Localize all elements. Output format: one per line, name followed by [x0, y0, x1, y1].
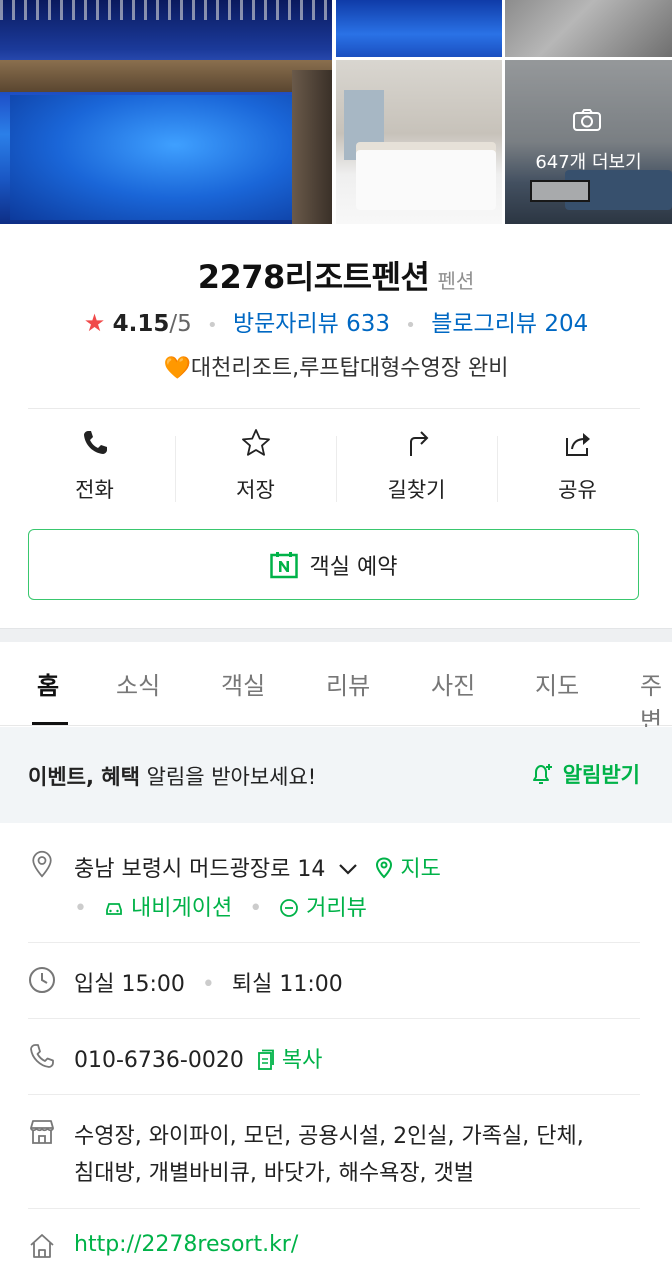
- save-label: 저장: [236, 478, 275, 502]
- rating-star-icon: ★: [83, 309, 106, 337]
- photo-gallery[interactable]: 647개 더보기: [0, 0, 672, 224]
- notice-bold: 이벤트, 혜택: [28, 765, 140, 789]
- save-button[interactable]: 저장: [175, 428, 336, 504]
- separator-dot: •: [201, 972, 215, 997]
- place-title: 2278리조트펜션: [197, 258, 430, 296]
- navigation-label: 내비게이션: [130, 896, 233, 921]
- star-outline-icon: [241, 429, 270, 456]
- separator-dot: •: [405, 315, 416, 336]
- map-link[interactable]: 지도: [375, 857, 441, 882]
- checkout-text: 퇴실 11:00: [231, 972, 343, 997]
- checkin-text: 입실 15:00: [74, 972, 185, 997]
- tab-map[interactable]: 지도: [535, 666, 579, 701]
- tagline-text: 대천리조트,루프탑대형수영장 완비: [190, 356, 509, 381]
- active-tab-indicator: [32, 722, 68, 725]
- rating-row: ★ 4.15/5 • 방문자리뷰 633 • 블로그리뷰 204: [0, 304, 672, 338]
- store-icon: [30, 1120, 54, 1144]
- phone-number[interactable]: 010-6736-0020: [74, 1048, 244, 1073]
- website-link[interactable]: http://2278resort.kr/: [74, 1232, 298, 1257]
- chevron-down-icon[interactable]: [338, 857, 358, 882]
- phone-outline-icon: [30, 1044, 54, 1068]
- more-photos-overlay[interactable]: [505, 60, 672, 224]
- subscribe-alert-button[interactable]: 알림받기: [529, 759, 640, 789]
- separator-dot: •: [74, 896, 87, 921]
- share-button[interactable]: 공유: [497, 428, 658, 504]
- bell-plus-icon: [532, 764, 552, 784]
- divider: [28, 408, 640, 409]
- tab-news[interactable]: 소식: [116, 666, 160, 701]
- tab-home[interactable]: 홈: [37, 666, 59, 701]
- tab-reviews[interactable]: 리뷰: [326, 666, 370, 701]
- street-view-link[interactable]: 거리뷰: [279, 896, 367, 921]
- subscribe-alert-label: 알림받기: [562, 763, 640, 787]
- map-link-label: 지도: [400, 857, 441, 882]
- more-photos-label[interactable]: 647개 더보기: [505, 148, 672, 174]
- copy-icon: [257, 1049, 274, 1070]
- place-category: 펜션: [437, 269, 475, 293]
- directions-label: 길찾기: [387, 478, 446, 502]
- action-bar: 전화 저장 길찾기 공유: [14, 428, 658, 504]
- directions-icon: [409, 431, 428, 456]
- blog-reviews-link[interactable]: 블로그리뷰 204: [431, 311, 588, 337]
- address-links-row: • 내비게이션 • 거리뷰: [74, 890, 367, 922]
- checkin-row: 입실 15:00 • 퇴실 11:00: [74, 966, 343, 998]
- tab-rooms[interactable]: 객실: [221, 666, 265, 701]
- map-pin-icon: [376, 857, 393, 879]
- visitor-reviews-link[interactable]: 방문자리뷰 633: [233, 311, 390, 337]
- directions-button[interactable]: 길찾기: [336, 428, 497, 504]
- camera-icon: [573, 109, 601, 131]
- share-label: 공유: [558, 478, 597, 502]
- tab-nearby[interactable]: 주변: [640, 666, 672, 736]
- place-header: 2278리조트펜션 펜션: [0, 252, 672, 298]
- photo-thumb-floor[interactable]: [505, 0, 672, 57]
- address-text[interactable]: 충남 보령시 머드광장로 14: [74, 857, 325, 882]
- rating-score: 4.15: [112, 311, 170, 337]
- separator-dot: •: [249, 896, 263, 921]
- copy-label: 복사: [281, 1048, 323, 1073]
- call-label: 전화: [75, 478, 114, 502]
- divider: [28, 1208, 640, 1209]
- tagline: 🧡대천리조트,루프탑대형수영장 완비: [0, 350, 672, 382]
- photo-thumb-pool[interactable]: [336, 0, 502, 57]
- amenities-line2: 침대방, 개별바비큐, 바닷가, 해수욕장, 갯벌: [74, 1161, 475, 1186]
- naver-booking-icon: [269, 551, 298, 578]
- copy-button[interactable]: 복사: [257, 1048, 322, 1073]
- clock-icon: [29, 967, 55, 993]
- divider: [28, 1094, 640, 1095]
- divider: [28, 1018, 640, 1019]
- event-notice-banner: 이벤트, 혜택 알림을 받아보세요! 알림받기: [0, 727, 672, 823]
- tab-bar: 홈 소식 객실 리뷰 사진 지도 주변: [0, 642, 672, 735]
- photo-thumb-bedroom[interactable]: [336, 60, 502, 224]
- address-row: 충남 보령시 머드광장로 14 지도: [74, 851, 441, 883]
- car-icon: [106, 903, 122, 915]
- notice-rest: 알림을 받아보세요!: [139, 765, 317, 789]
- section-gap: [0, 628, 672, 642]
- street-view-label: 거리뷰: [306, 896, 367, 921]
- call-button[interactable]: 전화: [14, 428, 175, 504]
- share-icon: [565, 433, 590, 456]
- street-view-icon: [280, 899, 299, 917]
- phone-row: 010-6736-0020 복사: [74, 1042, 322, 1074]
- phone-icon: [83, 431, 107, 454]
- divider: [28, 942, 640, 943]
- amenities-line1: 수영장, 와이파이, 모던, 공용시설, 2인실, 가족실, 단체,: [74, 1124, 584, 1149]
- main-photo[interactable]: [0, 0, 332, 224]
- location-pin-icon: [32, 850, 52, 878]
- navigation-link[interactable]: 내비게이션: [104, 896, 239, 921]
- notice-text: 이벤트, 혜택 알림을 받아보세요!: [28, 761, 316, 791]
- orange-heart-icon: 🧡: [163, 356, 191, 381]
- rating-outof: /5: [169, 311, 192, 337]
- separator-dot: •: [207, 315, 218, 336]
- home-icon: [30, 1234, 54, 1258]
- reserve-label: 객실 예약: [309, 554, 398, 580]
- room-reserve-button[interactable]: 객실 예약: [28, 529, 639, 600]
- tab-photos[interactable]: 사진: [431, 666, 475, 701]
